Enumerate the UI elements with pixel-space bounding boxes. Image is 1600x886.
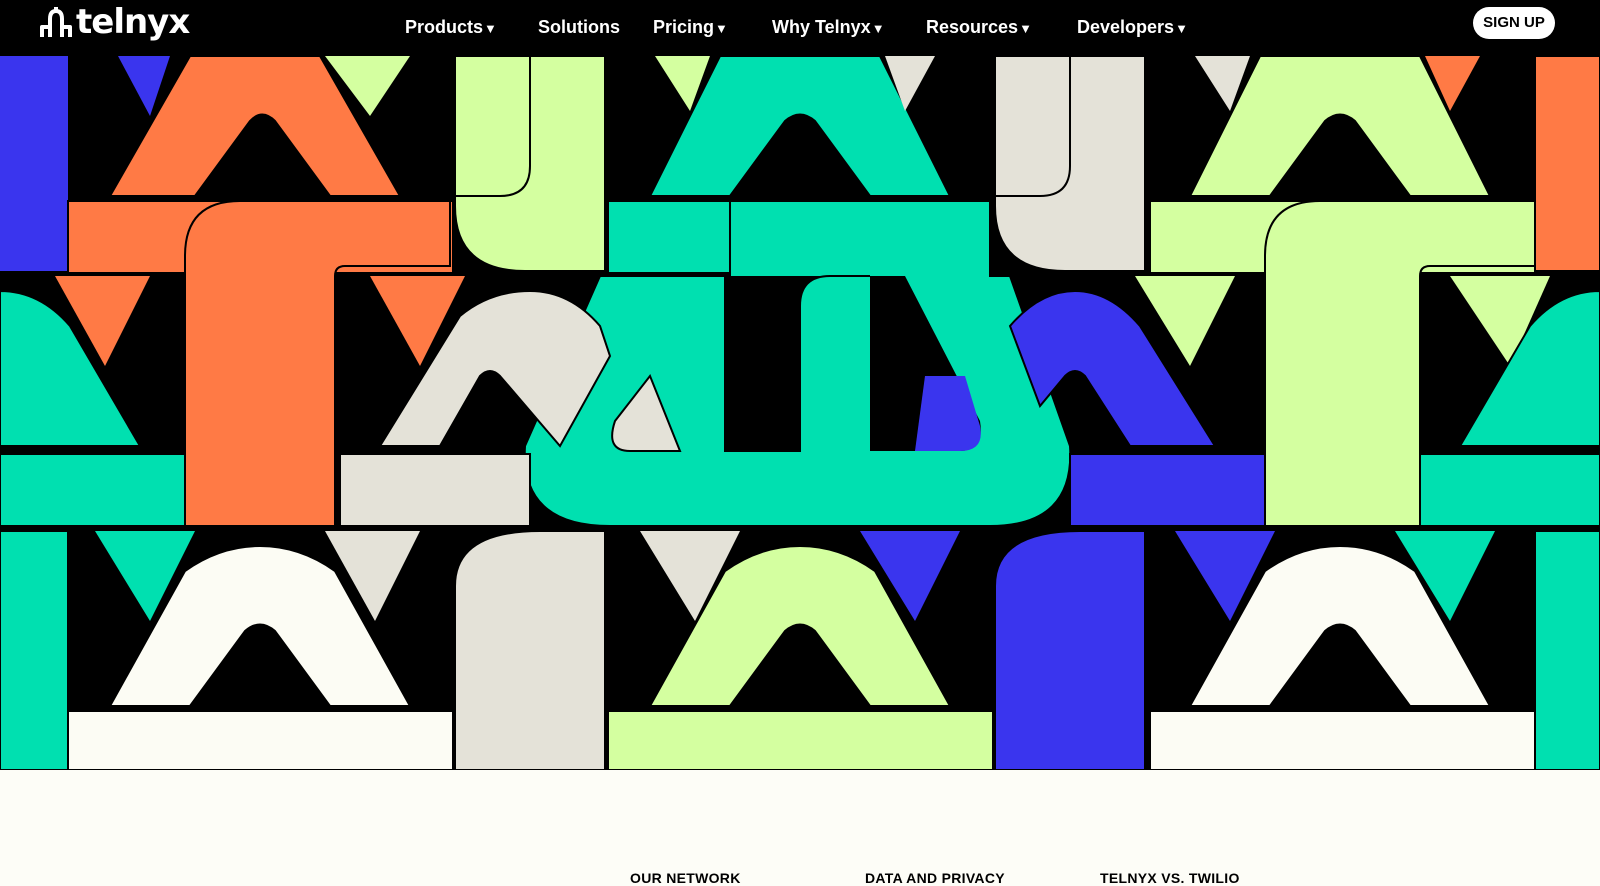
brand-name: telnyx: [76, 2, 190, 42]
nav-item-label: Pricing: [653, 17, 715, 37]
chevron-down-icon: ▼: [871, 21, 885, 36]
nav-item-developers[interactable]: Developers▼: [1077, 14, 1188, 42]
geometric-arches-pattern: [0, 56, 1600, 770]
nav-item-pricing[interactable]: Pricing▼: [653, 14, 728, 42]
nav-item-label: Products: [405, 17, 484, 37]
nav-item-solutions[interactable]: Solutions: [538, 14, 620, 40]
nav-item-label: Resources: [926, 17, 1019, 37]
nav-item-products[interactable]: Products▼: [405, 14, 497, 42]
nav-item-label: Developers: [1077, 17, 1175, 37]
top-navigation-bar: telnyx Products▼ Solutions Pricing▼ Why …: [0, 0, 1600, 56]
nav-item-label: Why Telnyx: [772, 17, 871, 37]
nav-item-resources[interactable]: Resources▼: [926, 14, 1032, 42]
chevron-down-icon: ▼: [715, 21, 728, 36]
footer-heading-data-privacy[interactable]: DATA AND PRIVACY: [865, 870, 1005, 886]
footer-heading-telnyx-vs-twilio[interactable]: TELNYX VS. TWILIO: [1100, 870, 1240, 886]
chevron-down-icon: ▼: [1175, 21, 1188, 36]
nav-item-label: Solutions: [538, 17, 620, 37]
telnyx-logo[interactable]: telnyx: [38, 2, 190, 42]
footer-heading-our-network[interactable]: OUR NETWORK: [630, 870, 741, 886]
chevron-down-icon: ▼: [484, 21, 497, 36]
hero-pattern-banner: [0, 56, 1600, 770]
nav-item-why-telnyx[interactable]: Why Telnyx▼: [772, 14, 885, 42]
telnyx-logo-icon: [40, 7, 72, 37]
chevron-down-icon: ▼: [1019, 21, 1032, 36]
sign-up-button[interactable]: SIGN UP: [1473, 7, 1555, 39]
